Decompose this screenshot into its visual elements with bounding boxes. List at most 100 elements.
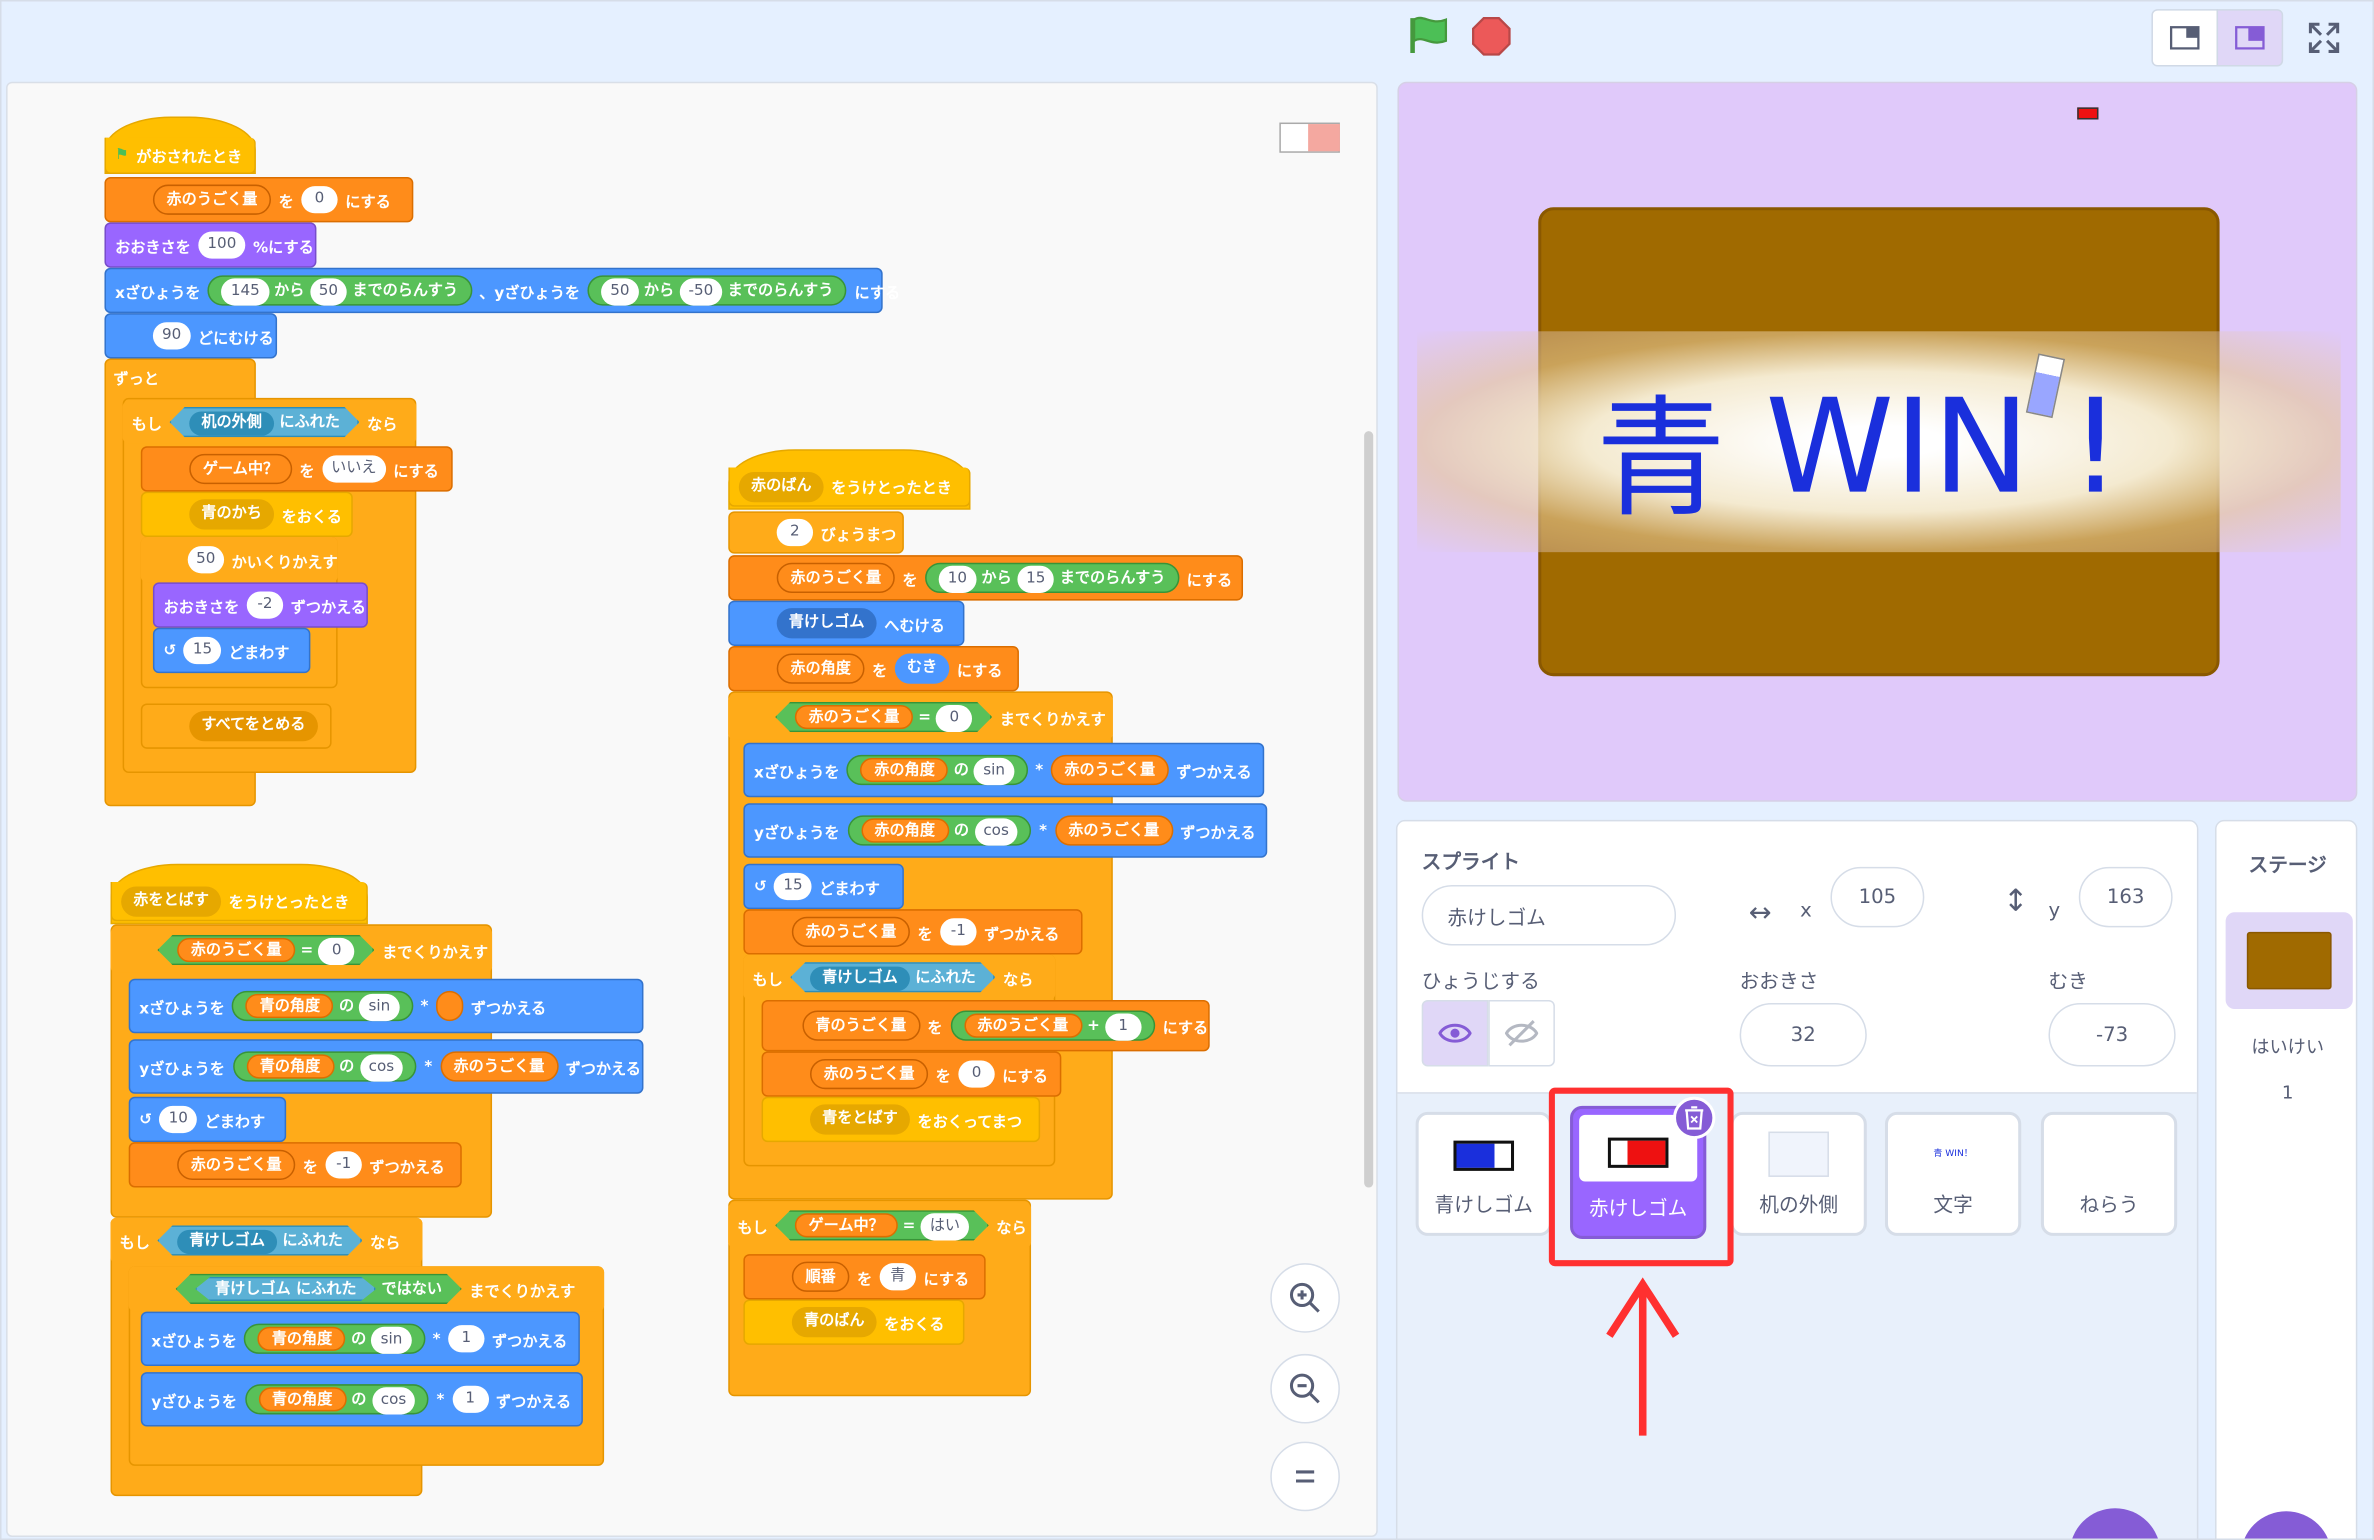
variable-dropdown[interactable]: 赤のうごく量 — [810, 1058, 929, 1090]
zoom-reset-button[interactable] — [1270, 1441, 1340, 1512]
function-dropdown[interactable]: cos — [371, 1387, 416, 1415]
sprite-tile-desk-edge[interactable]: 机の外側 — [1730, 1111, 1867, 1236]
variable-dropdown[interactable]: 順番 — [791, 1261, 850, 1292]
sprite-tile-blue-eraser[interactable]: 青けしゴム — [1415, 1111, 1552, 1236]
code-workspace[interactable]: ⚑ がおされたとき 赤のうごく量を 0 にする おおきさを 100 %にする xざひょうを… — [6, 81, 1378, 1537]
change-y-block[interactable]: yざひょうを 青の角度 の cos * 1 ずつかえる — [140, 1372, 583, 1427]
sprite-tile-aim[interactable]: ねらう — [2040, 1111, 2178, 1236]
touch-target-dropdown[interactable]: 青けしゴム — [215, 1281, 291, 1298]
variable-dropdown[interactable]: 赤のうごく量 — [152, 184, 272, 215]
equals-reporter[interactable]: ゲーム中？ = はい — [775, 1210, 989, 1240]
change-variable-block[interactable]: 赤のうごく量を -1 ずつかえる — [128, 1142, 462, 1188]
value-input[interactable]: 0 — [301, 186, 338, 214]
size-input[interactable]: 100 — [198, 231, 246, 259]
change-size-block[interactable]: おおきさを -2 ずつかえる — [152, 582, 368, 628]
variable-reporter[interactable]: 青の角度 — [246, 1054, 334, 1079]
turn-block[interactable]: ↺ 15 どまわす — [743, 863, 904, 910]
set-zero-block[interactable]: 赤のうごく量を 0 にする — [761, 1051, 1062, 1097]
zoom-out-button[interactable] — [1270, 1353, 1340, 1424]
direction-input[interactable]: 90 — [152, 322, 191, 350]
variable-dropdown[interactable]: 赤の角度 — [776, 653, 865, 684]
value-input[interactable]: 0 — [936, 705, 972, 732]
set-variable-block[interactable]: 赤のうごく量を 0 にする — [104, 176, 414, 223]
message-dropdown[interactable]: 青をとばす — [810, 1104, 910, 1135]
change-x-block[interactable]: xざひょうを 青の角度 の sin * ずつかえる — [128, 978, 644, 1034]
function-dropdown[interactable]: cos — [974, 818, 1018, 846]
when-receive-block[interactable]: 赤のばん をうけとったとき — [728, 467, 971, 507]
variable-dropdown[interactable]: 赤のうごく量 — [177, 1149, 296, 1180]
size-input[interactable]: 32 — [1739, 1002, 1867, 1067]
function-dropdown[interactable]: sin — [974, 757, 1015, 786]
random-reporter[interactable]: 50 から -50 までのらんすう — [587, 275, 847, 306]
value-input[interactable]: 0 — [958, 1060, 995, 1088]
value-input[interactable]: 1 — [452, 1385, 489, 1413]
message-dropdown[interactable]: 青のかち — [189, 499, 275, 530]
trig-reporter[interactable]: 青の角度 の sin — [232, 990, 413, 1022]
sprite-tile-text[interactable]: 青 WIN！ 文字 — [1884, 1111, 2022, 1236]
y-input[interactable]: 163 — [2078, 866, 2173, 928]
change-variable-block[interactable]: 赤のうごく量を -1 ずつかえる — [743, 909, 1083, 955]
max-input[interactable]: 15 — [1016, 565, 1055, 594]
variable-reporter[interactable]: 赤のうごく量 — [1050, 754, 1169, 786]
repeat-count-input[interactable]: 50 — [187, 546, 225, 574]
value-input[interactable]: いいえ — [322, 455, 386, 483]
variable-reporter[interactable]: 青の角度 — [258, 1326, 346, 1351]
random-reporter[interactable]: 145 から 50 までのらんすう — [208, 275, 472, 306]
point-direction-block[interactable]: 90 どにむける — [104, 313, 278, 359]
trig-reporter[interactable]: 赤の角度 の sin — [847, 754, 1028, 786]
touch-target-dropdown[interactable]: 机の外側 — [189, 411, 274, 435]
x-input[interactable]: 105 — [1830, 866, 1925, 928]
set-size-block[interactable]: おおきさを 100 %にする — [104, 222, 317, 268]
stop-option-dropdown[interactable]: すべてをとめる — [189, 711, 318, 742]
add-sprite-button[interactable] — [2069, 1508, 2161, 1539]
sprite-name-input[interactable]: 赤けしゴム — [1421, 884, 1677, 946]
trig-reporter[interactable]: 青の角度 の sin — [244, 1323, 426, 1354]
value-input[interactable]: -1 — [940, 918, 977, 946]
x2-input[interactable]: 50 — [309, 278, 348, 306]
add-reporter[interactable]: 赤のうごく量 + 1 — [950, 1010, 1156, 1041]
hide-button[interactable] — [1488, 999, 1555, 1067]
y1-input[interactable]: 50 — [601, 278, 639, 306]
function-dropdown[interactable]: sin — [371, 1326, 412, 1354]
when-receive-block[interactable]: 赤をとばす をうけとったとき — [110, 881, 368, 922]
variable-reporter[interactable]: 赤の角度 — [860, 818, 949, 843]
variable-reporter[interactable]: 赤のうごく量 — [795, 705, 913, 729]
random-reporter[interactable]: 10 から 15 までのらんすう — [925, 562, 1180, 594]
value-input[interactable]: 1 — [1105, 1013, 1142, 1041]
value-input[interactable]: 1 — [448, 1325, 485, 1353]
set-game-block[interactable]: ゲーム中？をいいえ にする — [140, 446, 453, 492]
equals-reporter[interactable]: 赤のうごく量 = 0 — [775, 702, 992, 732]
variable-reporter[interactable]: 赤の角度 — [860, 757, 949, 783]
goto-xy-block[interactable]: xざひょうを 145 から 50 までのらんすう 、yざひょうを 50 から -50 … — [104, 267, 900, 314]
show-button[interactable] — [1421, 999, 1489, 1067]
message-dropdown[interactable]: 赤をとばす — [121, 885, 222, 916]
point-towards-block[interactable]: 青けしゴム へむける — [728, 600, 965, 646]
turn-block[interactable]: ↺ 15 どまわす — [152, 627, 311, 674]
change-y-block[interactable]: yざひょうを 赤の角度 の cos * 赤のうごく量 ずつかえる — [743, 803, 1268, 858]
touching-reporter[interactable]: 机の外側 にふれた — [170, 407, 360, 437]
broadcast-block[interactable]: 青のかち をおくる — [140, 491, 353, 538]
degrees-input[interactable]: 15 — [183, 636, 222, 665]
direction-input[interactable]: -73 — [2048, 1002, 2176, 1067]
seconds-input[interactable]: 2 — [776, 518, 814, 547]
variable-reporter[interactable] — [436, 990, 464, 1022]
not-reporter[interactable]: 青けしゴム にふれた ではない — [176, 1274, 462, 1304]
variable-dropdown[interactable]: ゲーム中？ — [189, 453, 292, 485]
y2-input[interactable]: -50 — [679, 278, 723, 306]
touching-reporter[interactable]: 青けしゴム にふれた — [790, 962, 995, 992]
variable-dropdown[interactable]: 青のうごく量 — [801, 1010, 920, 1041]
stage-canvas[interactable]: 青 WIN! — [1397, 81, 2358, 802]
fullscreen-button[interactable] — [2291, 9, 2358, 66]
change-y-block[interactable]: yざひょうを 青の角度 の cos * 赤のうごく量 ずつかえる — [128, 1039, 644, 1094]
size-change-input[interactable]: -2 — [246, 591, 284, 619]
message-dropdown[interactable]: 青のばん — [791, 1307, 877, 1338]
touch-target-dropdown[interactable]: 青けしゴム — [810, 967, 910, 991]
direction-reporter[interactable]: むき — [894, 653, 950, 684]
variable-dropdown[interactable]: 赤のうごく量 — [776, 562, 895, 594]
equals-reporter[interactable]: 赤のうごく量 = 0 — [157, 935, 374, 965]
trig-reporter[interactable]: 赤の角度 の cos — [847, 815, 1032, 846]
wait-block[interactable]: 2 びょうまつ — [728, 511, 904, 554]
value-input[interactable]: -1 — [325, 1151, 362, 1179]
set-angle-block[interactable]: 赤の角度をむき にする — [728, 645, 1019, 692]
variable-reporter[interactable]: 青の角度 — [245, 993, 334, 1019]
